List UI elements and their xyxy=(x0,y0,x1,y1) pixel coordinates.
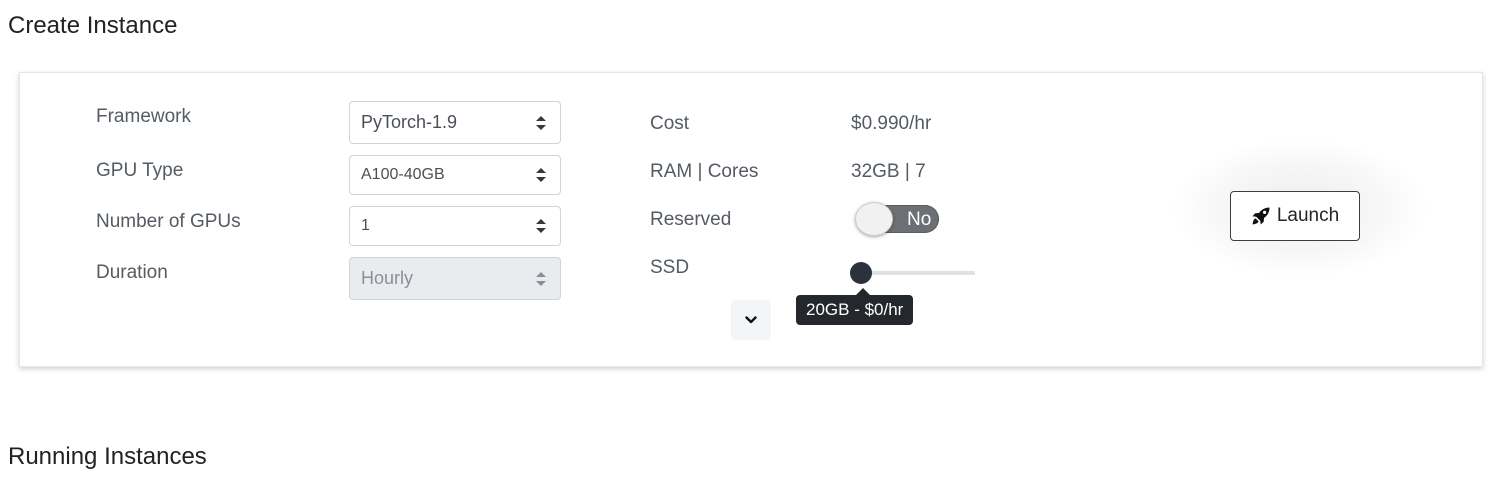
select-caret-icon xyxy=(536,271,546,286)
rocket-icon xyxy=(1252,207,1270,225)
reserved-label: Reserved xyxy=(650,209,732,230)
running-instances-title: Running Instances xyxy=(8,443,207,470)
duration-select: Hourly xyxy=(349,257,561,300)
cost-label: Cost xyxy=(650,113,690,134)
framework-label: Framework xyxy=(96,106,192,127)
ssd-label: SSD xyxy=(650,257,690,278)
toggle-knob xyxy=(855,202,893,236)
num-gpus-label: Number of GPUs xyxy=(96,211,241,232)
framework-select-value: PyTorch-1.9 xyxy=(361,112,458,132)
num-gpus-select-value: 1 xyxy=(361,217,370,234)
select-caret-icon xyxy=(536,115,546,130)
ssd-slider[interactable] xyxy=(850,261,975,285)
select-caret-icon xyxy=(536,219,546,233)
duration-label: Duration xyxy=(96,262,168,283)
ssd-tooltip: 20GB - $0/hr xyxy=(796,287,914,326)
gpu-type-label: GPU Type xyxy=(96,160,184,181)
select-caret-icon xyxy=(536,168,546,182)
cost-value: $0.990/hr xyxy=(851,113,932,134)
reserved-toggle[interactable]: No xyxy=(855,202,941,236)
chevron-down-icon xyxy=(745,316,757,324)
slider-rail xyxy=(858,271,975,275)
ram-cores-value: 32GB | 7 xyxy=(851,161,926,182)
launch-button-label: Launch xyxy=(1276,205,1340,226)
create-instance-card: Framework GPU Type Number of GPUs Durati… xyxy=(19,72,1483,367)
page: Create Instance Framework GPU Type Numbe… xyxy=(0,0,1500,500)
expand-button[interactable] xyxy=(731,300,771,340)
gpu-type-select[interactable]: A100-40GB xyxy=(349,155,561,195)
num-gpus-select[interactable]: 1 xyxy=(349,206,561,246)
ram-cores-label: RAM | Cores xyxy=(650,161,759,182)
gpu-type-select-value: A100-40GB xyxy=(361,166,445,183)
slider-handle[interactable] xyxy=(850,262,872,284)
launch-button[interactable]: Launch xyxy=(1230,191,1360,241)
create-instance-title: Create Instance xyxy=(8,12,178,39)
duration-select-value: Hourly xyxy=(361,268,414,288)
framework-select[interactable]: PyTorch-1.9 xyxy=(349,101,561,144)
toggle-state-text: No xyxy=(907,209,932,230)
